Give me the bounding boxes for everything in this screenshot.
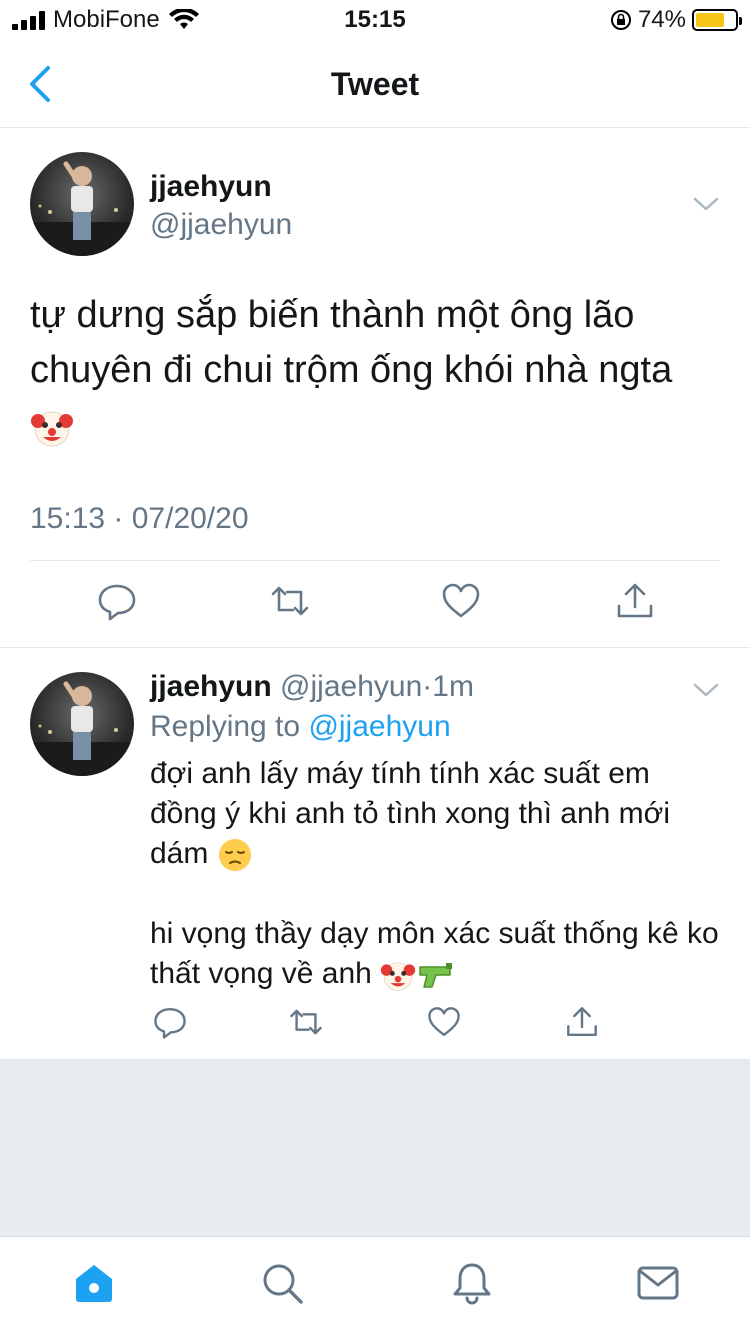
search-icon[interactable] <box>260 1261 304 1305</box>
replying-to: Replying to @jjaehyun <box>150 710 451 744</box>
avatar[interactable] <box>30 152 134 256</box>
mention-link[interactable]: @jjaehyun <box>308 710 450 743</box>
main-tweet[interactable]: jjaehyun @jjaehyun tự dưng sắp biến thàn… <box>0 128 750 648</box>
avatar-photo <box>30 161 134 256</box>
like-icon[interactable] <box>440 580 482 622</box>
notifications-icon[interactable] <box>450 1261 494 1305</box>
tweet-actions <box>0 580 750 630</box>
tweet-text: tự dưng sắp biến thành một ông lão chuyê… <box>30 288 730 453</box>
messages-icon[interactable] <box>636 1261 680 1305</box>
chevron-down-icon[interactable] <box>692 194 720 214</box>
tab-bar <box>0 1236 750 1334</box>
pensive-face-emoji-icon <box>218 839 251 872</box>
author-handle[interactable]: @jjaehyun <box>150 208 292 242</box>
reply-icon[interactable] <box>96 580 138 622</box>
battery-percent: 74% <box>637 6 686 33</box>
water-pistol-emoji-icon <box>419 963 453 988</box>
empty-area <box>0 1060 750 1236</box>
author-handle[interactable]: @jjaehyun <box>280 670 422 703</box>
clown-face-emoji-icon <box>381 962 416 992</box>
battery-icon <box>692 9 742 31</box>
battery-level <box>696 13 725 27</box>
chevron-down-icon[interactable] <box>692 680 720 700</box>
page-title: Tweet <box>330 66 420 102</box>
tweet-timestamp: 15:13 · 07/20/20 <box>30 502 249 535</box>
author-name[interactable]: jjaehyun <box>150 670 272 703</box>
nav-header: Tweet <box>0 40 750 128</box>
avatar-photo <box>30 681 134 776</box>
share-icon[interactable] <box>564 1004 600 1040</box>
tweet-age: 1m <box>432 670 474 703</box>
retweet-icon[interactable] <box>269 580 311 622</box>
reply-paragraph: hi vọng thầy dạy môn xác suất thống kê k… <box>150 914 720 994</box>
reply-header: jjaehyun @jjaehyun·1m <box>150 670 474 704</box>
like-icon[interactable] <box>426 1004 462 1040</box>
status-bar: MobiFone 15:15 74% <box>0 0 750 40</box>
author-name[interactable]: jjaehyun <box>150 170 272 204</box>
tweet-body: tự dưng sắp biến thành một ông lão chuyê… <box>30 294 673 391</box>
share-icon[interactable] <box>614 580 656 622</box>
avatar[interactable] <box>30 672 134 776</box>
divider <box>30 560 720 561</box>
reply-text: đợi anh lấy máy tính tính xác suất em đồ… <box>150 754 720 994</box>
home-icon[interactable] <box>72 1261 116 1305</box>
reply-tweet[interactable]: jjaehyun @jjaehyun·1m Replying to @jjaeh… <box>0 648 750 1060</box>
clown-face-emoji-icon <box>31 411 73 447</box>
reply-icon[interactable] <box>152 1004 188 1040</box>
retweet-icon[interactable] <box>288 1004 324 1040</box>
replying-label: Replying to <box>150 710 301 743</box>
reply-paragraph: đợi anh lấy máy tính tính xác suất em đồ… <box>150 754 720 874</box>
status-right: 74% <box>610 6 742 34</box>
tweet-actions <box>0 1004 750 1044</box>
orientation-lock-icon <box>610 10 631 30</box>
separator-dot: · <box>422 670 433 703</box>
